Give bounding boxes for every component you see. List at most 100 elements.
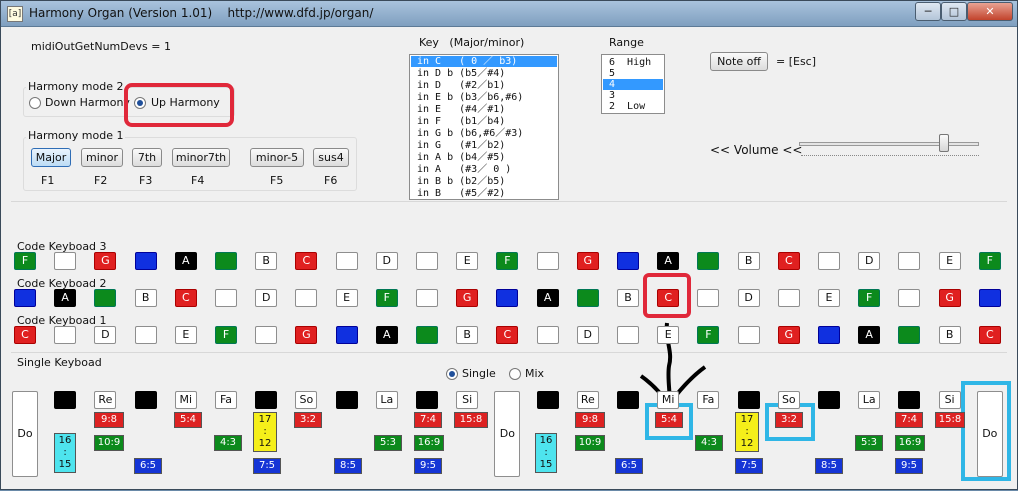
note-off-button[interactable]: Note off xyxy=(710,52,768,71)
seventh-button[interactable]: 7th xyxy=(132,148,162,167)
code1-key[interactable]: E xyxy=(657,326,680,344)
code2-key[interactable] xyxy=(94,289,117,307)
black-key[interactable] xyxy=(898,391,921,409)
code2-key[interactable] xyxy=(576,289,599,307)
code2-key[interactable] xyxy=(978,289,1001,307)
key-item[interactable]: in E (#4／#1) xyxy=(411,104,557,115)
key-item[interactable]: in D (#2／b1) xyxy=(411,80,557,91)
code3-key[interactable] xyxy=(416,252,438,270)
major-button[interactable]: Major xyxy=(31,148,71,167)
code3-key[interactable]: F xyxy=(14,252,36,270)
mix-mode-radio[interactable] xyxy=(509,368,521,380)
code3-key[interactable] xyxy=(335,252,358,270)
code1-key[interactable] xyxy=(335,326,358,344)
code1-key[interactable]: A xyxy=(375,326,398,344)
code2-key[interactable] xyxy=(777,289,800,307)
key-item[interactable]: in D b (b5／#4) xyxy=(411,68,557,79)
code1-key[interactable]: F xyxy=(697,326,720,344)
code2-key[interactable]: D xyxy=(737,289,760,307)
single-mode-radio[interactable] xyxy=(446,368,458,380)
code2-key[interactable]: F xyxy=(858,289,881,307)
code3-key[interactable]: D xyxy=(375,252,398,270)
code1-key[interactable] xyxy=(536,326,559,344)
code2-key[interactable]: G xyxy=(456,289,479,307)
code1-key[interactable]: C xyxy=(14,326,36,344)
code2-key[interactable]: D xyxy=(255,289,278,307)
code3-key[interactable]: F xyxy=(978,252,1001,270)
code2-key[interactable]: E xyxy=(335,289,358,307)
black-key[interactable] xyxy=(617,391,639,409)
note-key-fa[interactable]: Fa xyxy=(215,391,237,409)
do-key[interactable]: Do xyxy=(12,391,38,477)
code3-key[interactable] xyxy=(898,252,921,270)
code3-key[interactable]: A xyxy=(657,252,680,270)
up-harmony-radio[interactable] xyxy=(134,97,146,109)
range-item[interactable]: 3 xyxy=(603,90,663,101)
key-item[interactable]: in C ( 0 ／ b3) xyxy=(411,56,557,67)
down-harmony-radio[interactable] xyxy=(29,97,41,109)
key-listbox[interactable]: in C ( 0 ／ b3) in D b (b5／#4) in D (#2／b1)… xyxy=(409,54,559,200)
note-key-re[interactable]: Re xyxy=(576,391,599,409)
code3-key[interactable]: D xyxy=(858,252,881,270)
code2-key[interactable]: B xyxy=(617,289,639,307)
black-key[interactable] xyxy=(335,391,358,409)
code2-key[interactable] xyxy=(697,289,720,307)
code3-key[interactable] xyxy=(697,252,720,270)
black-key[interactable] xyxy=(818,391,840,409)
code3-key[interactable]: E xyxy=(938,252,961,270)
code2-key[interactable] xyxy=(14,289,36,307)
code1-key[interactable]: G xyxy=(295,326,318,344)
black-key[interactable] xyxy=(134,391,157,409)
mix-mode-label[interactable]: Mix xyxy=(525,367,544,380)
note-key-so[interactable]: So xyxy=(295,391,318,409)
key-item[interactable]: in A (#3／ 0 ) xyxy=(411,164,557,175)
code3-key[interactable]: C xyxy=(777,252,800,270)
code2-key[interactable]: A xyxy=(536,289,559,307)
note-key-la[interactable]: La xyxy=(858,391,881,409)
code3-key[interactable] xyxy=(536,252,559,270)
note-key-mi[interactable]: Mi xyxy=(174,391,197,409)
key-item[interactable]: in B b (b2／b5) xyxy=(411,176,557,187)
code1-key[interactable]: G xyxy=(777,326,800,344)
code3-key[interactable]: B xyxy=(255,252,278,270)
do-key[interactable]: Do xyxy=(494,391,521,477)
single-mode-label[interactable]: Single xyxy=(462,367,496,380)
note-key-mi[interactable]: Mi xyxy=(657,391,680,409)
code3-key[interactable]: C xyxy=(295,252,318,270)
key-item[interactable]: in G (#1／b2) xyxy=(411,140,557,151)
black-key[interactable] xyxy=(255,391,278,409)
code1-key[interactable]: E xyxy=(174,326,197,344)
code1-key[interactable]: F xyxy=(215,326,237,344)
code3-key[interactable]: G xyxy=(576,252,599,270)
volume-slider-thumb[interactable] xyxy=(938,134,949,152)
note-key-la[interactable]: La xyxy=(375,391,398,409)
code3-key[interactable]: A xyxy=(174,252,197,270)
code2-key[interactable] xyxy=(898,289,921,307)
key-item[interactable]: in F (b1／b4) xyxy=(411,116,557,127)
code3-key[interactable] xyxy=(134,252,157,270)
code1-key[interactable] xyxy=(255,326,278,344)
note-key-si[interactable]: Si xyxy=(456,391,479,409)
code1-key[interactable]: C xyxy=(978,326,1001,344)
key-item[interactable]: in E b (b3／b6,#6) xyxy=(411,92,557,103)
code3-key[interactable]: G xyxy=(94,252,117,270)
code3-key[interactable]: E xyxy=(456,252,479,270)
do-key[interactable]: Do xyxy=(976,391,1003,477)
code1-key[interactable] xyxy=(416,326,438,344)
note-key-re[interactable]: Re xyxy=(94,391,117,409)
code1-key[interactable]: B xyxy=(456,326,479,344)
code2-key[interactable] xyxy=(295,289,318,307)
code1-key[interactable] xyxy=(737,326,760,344)
code1-key[interactable] xyxy=(617,326,639,344)
range-item[interactable]: 5 xyxy=(603,68,663,79)
note-key-si[interactable]: Si xyxy=(938,391,961,409)
black-key[interactable] xyxy=(416,391,438,409)
minor-5-button[interactable]: minor-5 xyxy=(250,148,304,167)
black-key[interactable] xyxy=(536,391,559,409)
close-button[interactable]: ✕ xyxy=(967,2,1013,21)
black-key[interactable] xyxy=(737,391,760,409)
code3-key[interactable] xyxy=(54,252,77,270)
code3-key[interactable]: B xyxy=(737,252,760,270)
volume-slider-track[interactable] xyxy=(799,142,979,146)
code3-key[interactable] xyxy=(617,252,639,270)
